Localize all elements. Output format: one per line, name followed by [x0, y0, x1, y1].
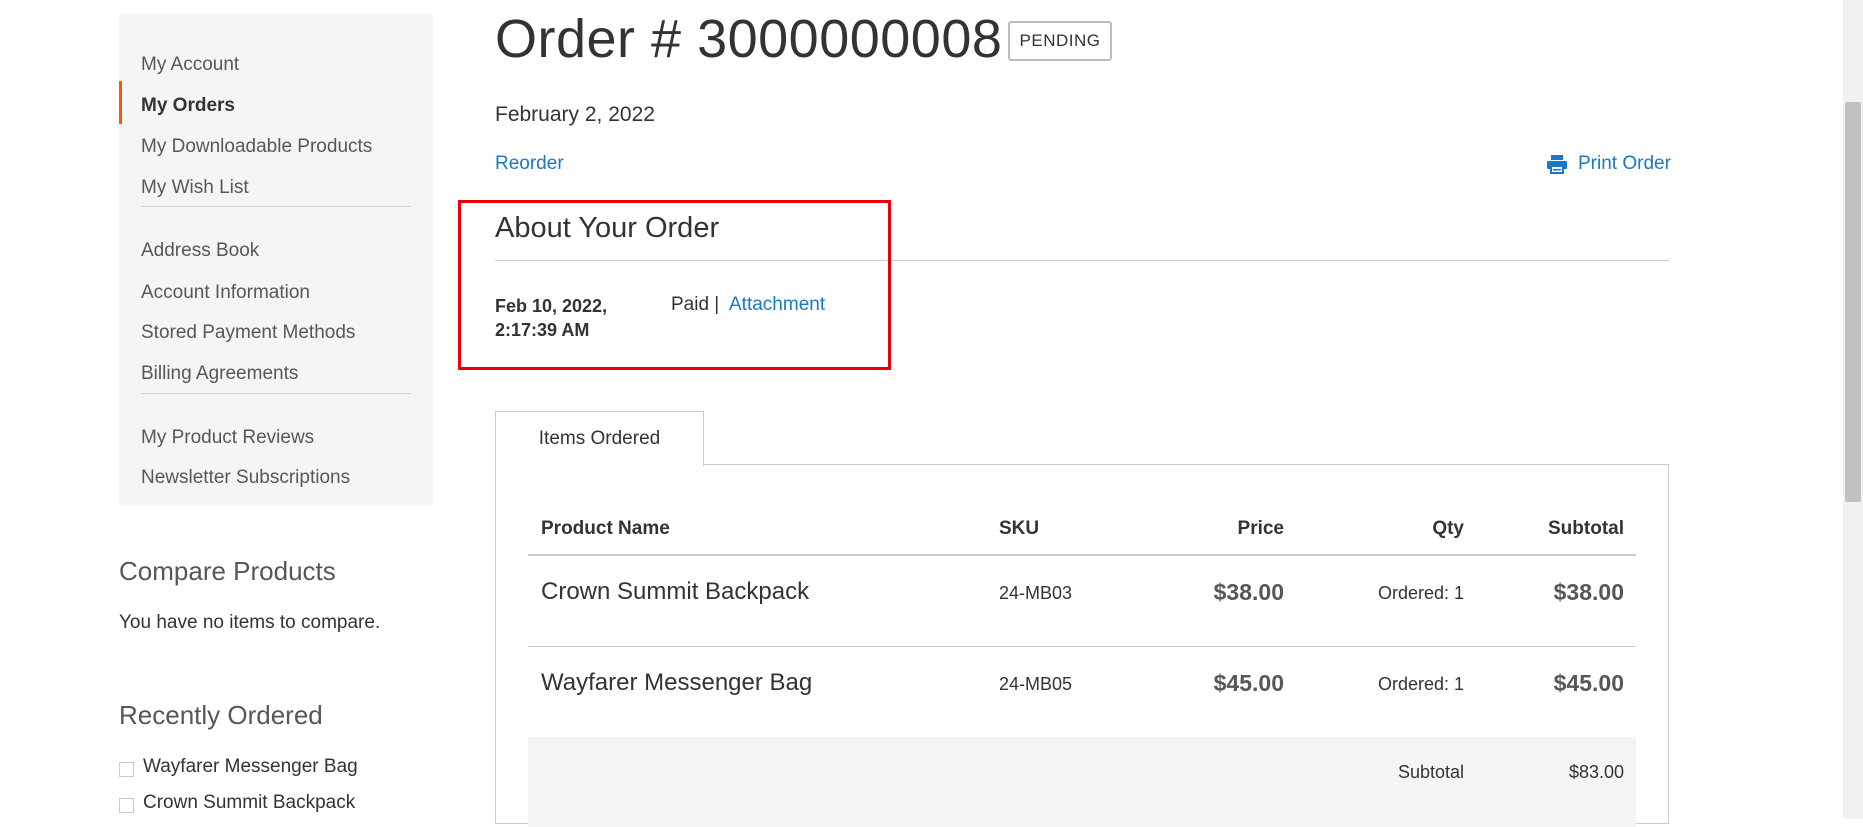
product-qty: Ordered: 1 [1377, 674, 1464, 694]
tab-items-ordered[interactable]: Items Ordered [495, 411, 704, 466]
recent-item-checkbox[interactable] [119, 762, 134, 777]
product-sku: 24-MB03 [999, 583, 1073, 603]
recent-item-checkbox[interactable] [119, 798, 134, 813]
print-order-label: Print Order [1578, 153, 1671, 174]
subtotal-value: $83.00 [1568, 762, 1624, 782]
nav-downloadable-products[interactable]: My Downloadable Products [141, 135, 372, 159]
column-header-sku: SKU [999, 518, 1040, 539]
printer-icon [1546, 154, 1568, 174]
nav-wish-list[interactable]: My Wish List [141, 176, 249, 200]
nav-address-book[interactable]: Address Book [141, 239, 259, 263]
product-sku: 24-MB05 [999, 674, 1073, 694]
page-title: Order # 3000000008 [495, 9, 1003, 69]
product-price: $45.00 [1213, 670, 1284, 696]
compare-empty-text: You have no items to compare. [119, 612, 381, 633]
nav-account-information[interactable]: Account Information [141, 281, 310, 305]
highlight-annotation-box [458, 200, 891, 370]
account-nav: My Account My Orders My Downloadable Pro… [119, 14, 433, 505]
order-totals [528, 737, 1636, 827]
product-price: $38.00 [1213, 579, 1284, 605]
product-subtotal: $45.00 [1553, 670, 1624, 696]
product-subtotal: $38.00 [1553, 579, 1624, 605]
nav-product-reviews[interactable]: My Product Reviews [141, 426, 314, 450]
table-header-rule [528, 554, 1636, 556]
nav-my-orders: My Orders [141, 95, 235, 116]
nav-stored-payment-methods[interactable]: Stored Payment Methods [141, 321, 355, 345]
recently-ordered-title: Recently Ordered [119, 700, 323, 730]
column-header-product-name: Product Name [541, 518, 670, 539]
product-name: Crown Summit Backpack [541, 578, 810, 605]
order-status-badge: PENDING [1008, 21, 1112, 61]
product-name: Wayfarer Messenger Bag [541, 669, 813, 696]
recent-item-link[interactable]: Wayfarer Messenger Bag [143, 756, 358, 778]
nav-newsletter-subscriptions[interactable]: Newsletter Subscriptions [141, 466, 350, 490]
nav-my-account[interactable]: My Account [141, 53, 239, 77]
column-header-qty: Qty [1432, 518, 1464, 539]
nav-divider [141, 206, 411, 207]
scrollbar-thumb[interactable] [1845, 102, 1861, 502]
order-date: February 2, 2022 [495, 103, 655, 126]
recent-item-link[interactable]: Crown Summit Backpack [143, 792, 355, 814]
column-header-subtotal: Subtotal [1548, 518, 1624, 539]
table-row-rule [528, 646, 1636, 647]
nav-billing-agreements[interactable]: Billing Agreements [141, 362, 298, 386]
product-qty: Ordered: 1 [1377, 583, 1464, 603]
column-header-price: Price [1237, 518, 1284, 539]
compare-products-title: Compare Products [119, 556, 336, 586]
active-indicator [119, 81, 122, 124]
nav-divider [141, 393, 411, 394]
print-order-link[interactable]: Print Order [1546, 153, 1671, 175]
reorder-link[interactable]: Reorder [495, 153, 564, 175]
subtotal-label: Subtotal [1397, 762, 1464, 782]
